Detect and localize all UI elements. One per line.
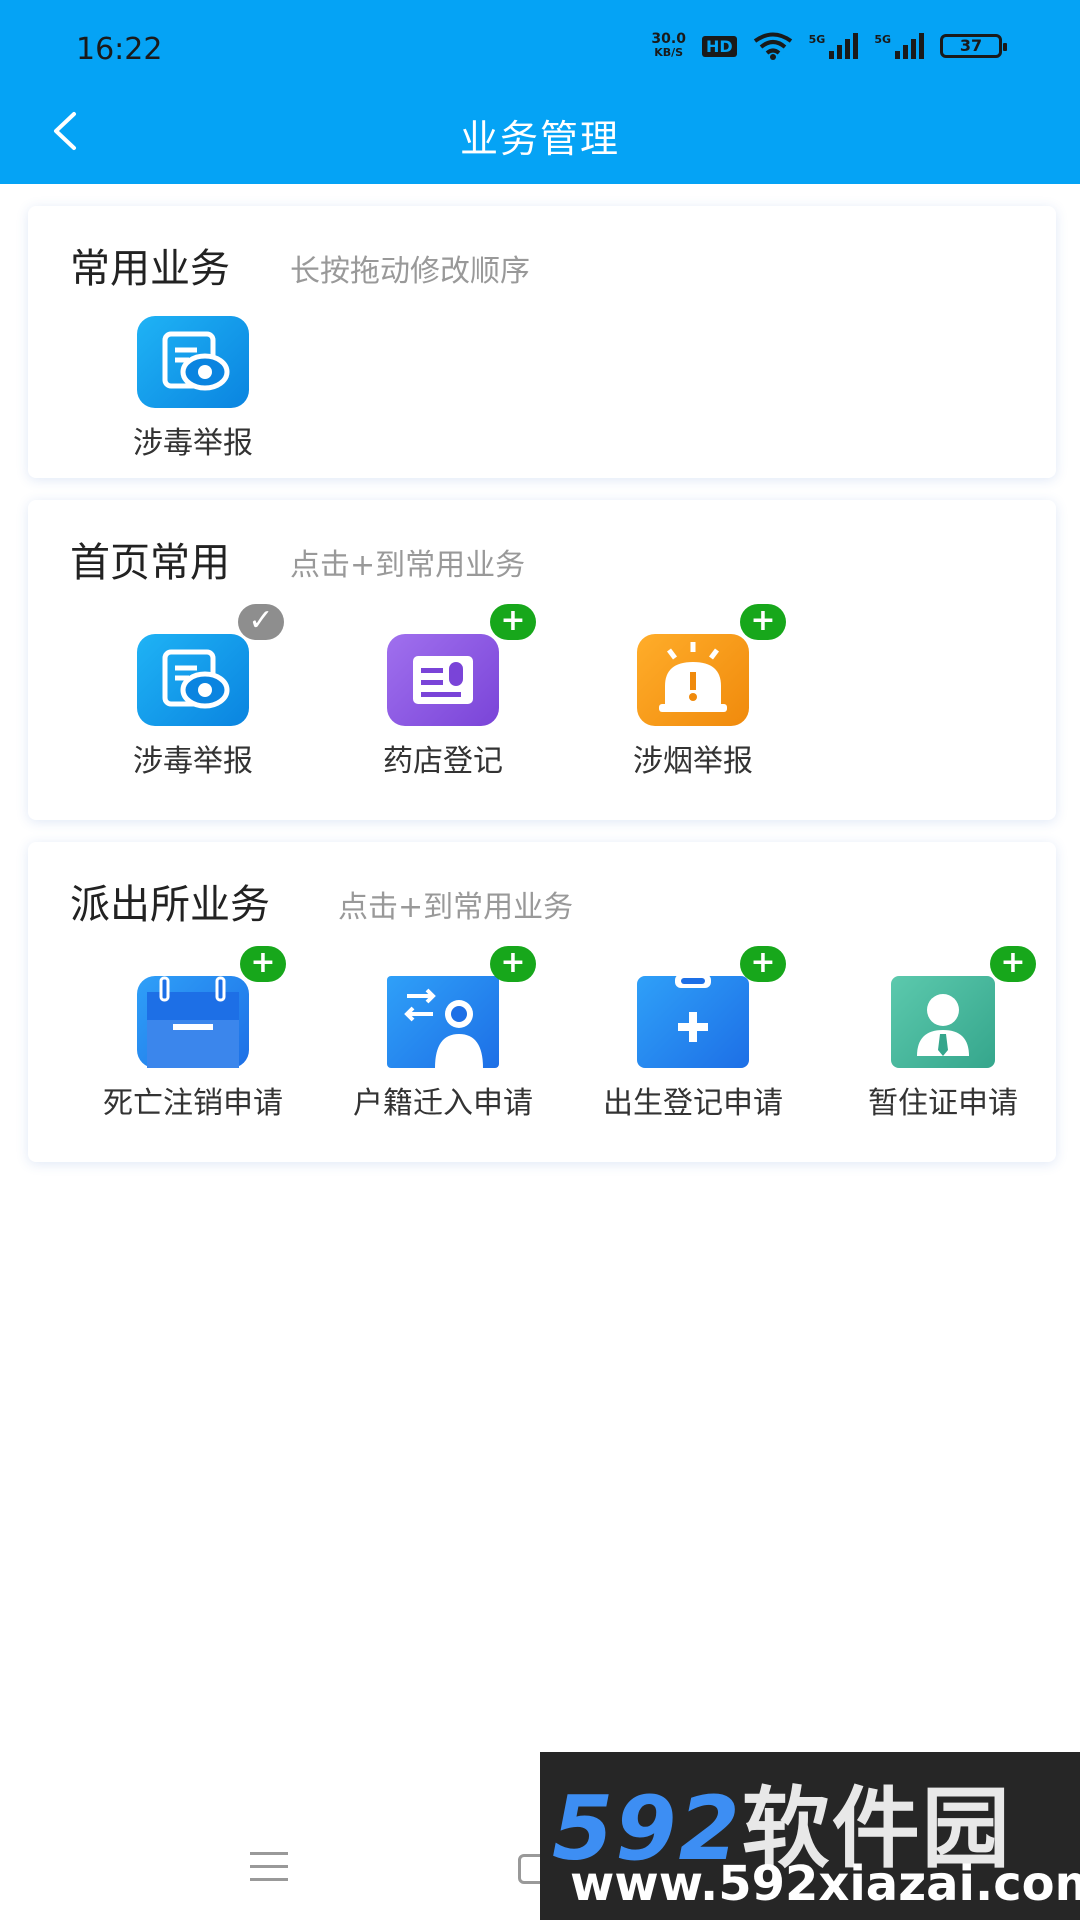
service-item-pharmacy[interactable]: 药店登记 — [318, 634, 568, 780]
section-title: 常用业务 — [70, 246, 230, 292]
check-badge-icon[interactable]: ✓ — [238, 604, 284, 640]
eye-report-icon — [137, 634, 249, 726]
service-item-death-cancel[interactable]: 死亡注销申请 — [68, 976, 318, 1122]
eye-report-icon — [137, 316, 249, 408]
add-badge-icon[interactable]: + — [490, 604, 536, 640]
alarm-icon — [637, 634, 749, 726]
service-item-household-transfer[interactable]: 户籍迁入申请 — [318, 976, 568, 1122]
service-item-residence-permit[interactable]: 暂住证申请 — [818, 976, 1068, 1122]
app-header: 16:22 30.0 KB/S HD 5G 5G 37 业务管理 — [0, 0, 1080, 184]
add-badge-icon[interactable]: + — [990, 946, 1036, 982]
transfer-person-icon — [387, 976, 499, 1068]
section-title: 派出所业务 — [70, 882, 270, 928]
status-icons: 30.0 KB/S HD 5G 5G 37 — [651, 31, 1007, 60]
service-label: 暂住证申请 — [868, 1086, 1018, 1121]
pharmacy-icon — [387, 634, 499, 726]
section-hint: 点击+到常用业务 — [290, 548, 526, 583]
signal-icon-1: 5G — [809, 33, 859, 59]
section-hint: 点击+到常用业务 — [338, 890, 574, 925]
battery-icon: 37 — [940, 34, 1007, 58]
page-title: 业务管理 — [459, 117, 620, 161]
service-label: 户籍迁入申请 — [353, 1086, 533, 1121]
service-item-birth-register[interactable]: 出生登记申请 — [568, 974, 818, 1122]
add-badge-icon[interactable]: + — [240, 946, 286, 982]
status-time: 16:22 — [76, 32, 163, 67]
person-id-icon — [891, 976, 995, 1068]
service-label: 药店登记 — [383, 744, 503, 779]
watermark-url: www.592xiazai.com — [570, 1856, 1080, 1912]
service-label: 涉毒举报 — [133, 744, 253, 779]
calendar-icon — [137, 976, 249, 1068]
menu-icon[interactable] — [250, 1852, 288, 1882]
card-common-business: 常用业务 长按拖动修改顺序 涉毒举报 — [28, 206, 1056, 478]
service-item-drug-report[interactable]: 涉毒举报 — [68, 316, 318, 462]
clipboard-plus-icon — [637, 974, 749, 1068]
add-badge-icon[interactable]: + — [740, 604, 786, 640]
service-label: 涉烟举报 — [633, 744, 753, 779]
service-label: 涉毒举报 — [133, 426, 253, 461]
service-label: 死亡注销申请 — [103, 1086, 283, 1121]
hd-icon: HD — [701, 35, 737, 57]
service-item-tobacco-report[interactable]: 涉烟举报 — [568, 634, 818, 780]
card-police-station: 派出所业务 点击+到常用业务 死亡注销申请 + 户籍迁入申请 + 出生登记申请 … — [28, 842, 1056, 1162]
add-badge-icon[interactable]: + — [740, 946, 786, 982]
section-title: 首页常用 — [70, 540, 230, 586]
section-hint: 长按拖动修改顺序 — [290, 254, 530, 289]
service-item-drug-report[interactable]: 涉毒举报 — [68, 634, 318, 780]
network-speed: 30.0 KB/S — [651, 31, 686, 59]
status-bar: 16:22 30.0 KB/S HD 5G 5G 37 — [0, 30, 1080, 70]
add-badge-icon[interactable]: + — [490, 946, 536, 982]
card-home-common: 首页常用 点击+到常用业务 涉毒举报 ✓ 药店登记 + 涉烟举报 + — [28, 500, 1056, 820]
service-label: 出生登记申请 — [603, 1086, 783, 1121]
wifi-icon — [753, 32, 792, 60]
watermark: 592软件园 www.592xiazai.com — [540, 1752, 1080, 1920]
signal-icon-2: 5G — [874, 33, 924, 59]
